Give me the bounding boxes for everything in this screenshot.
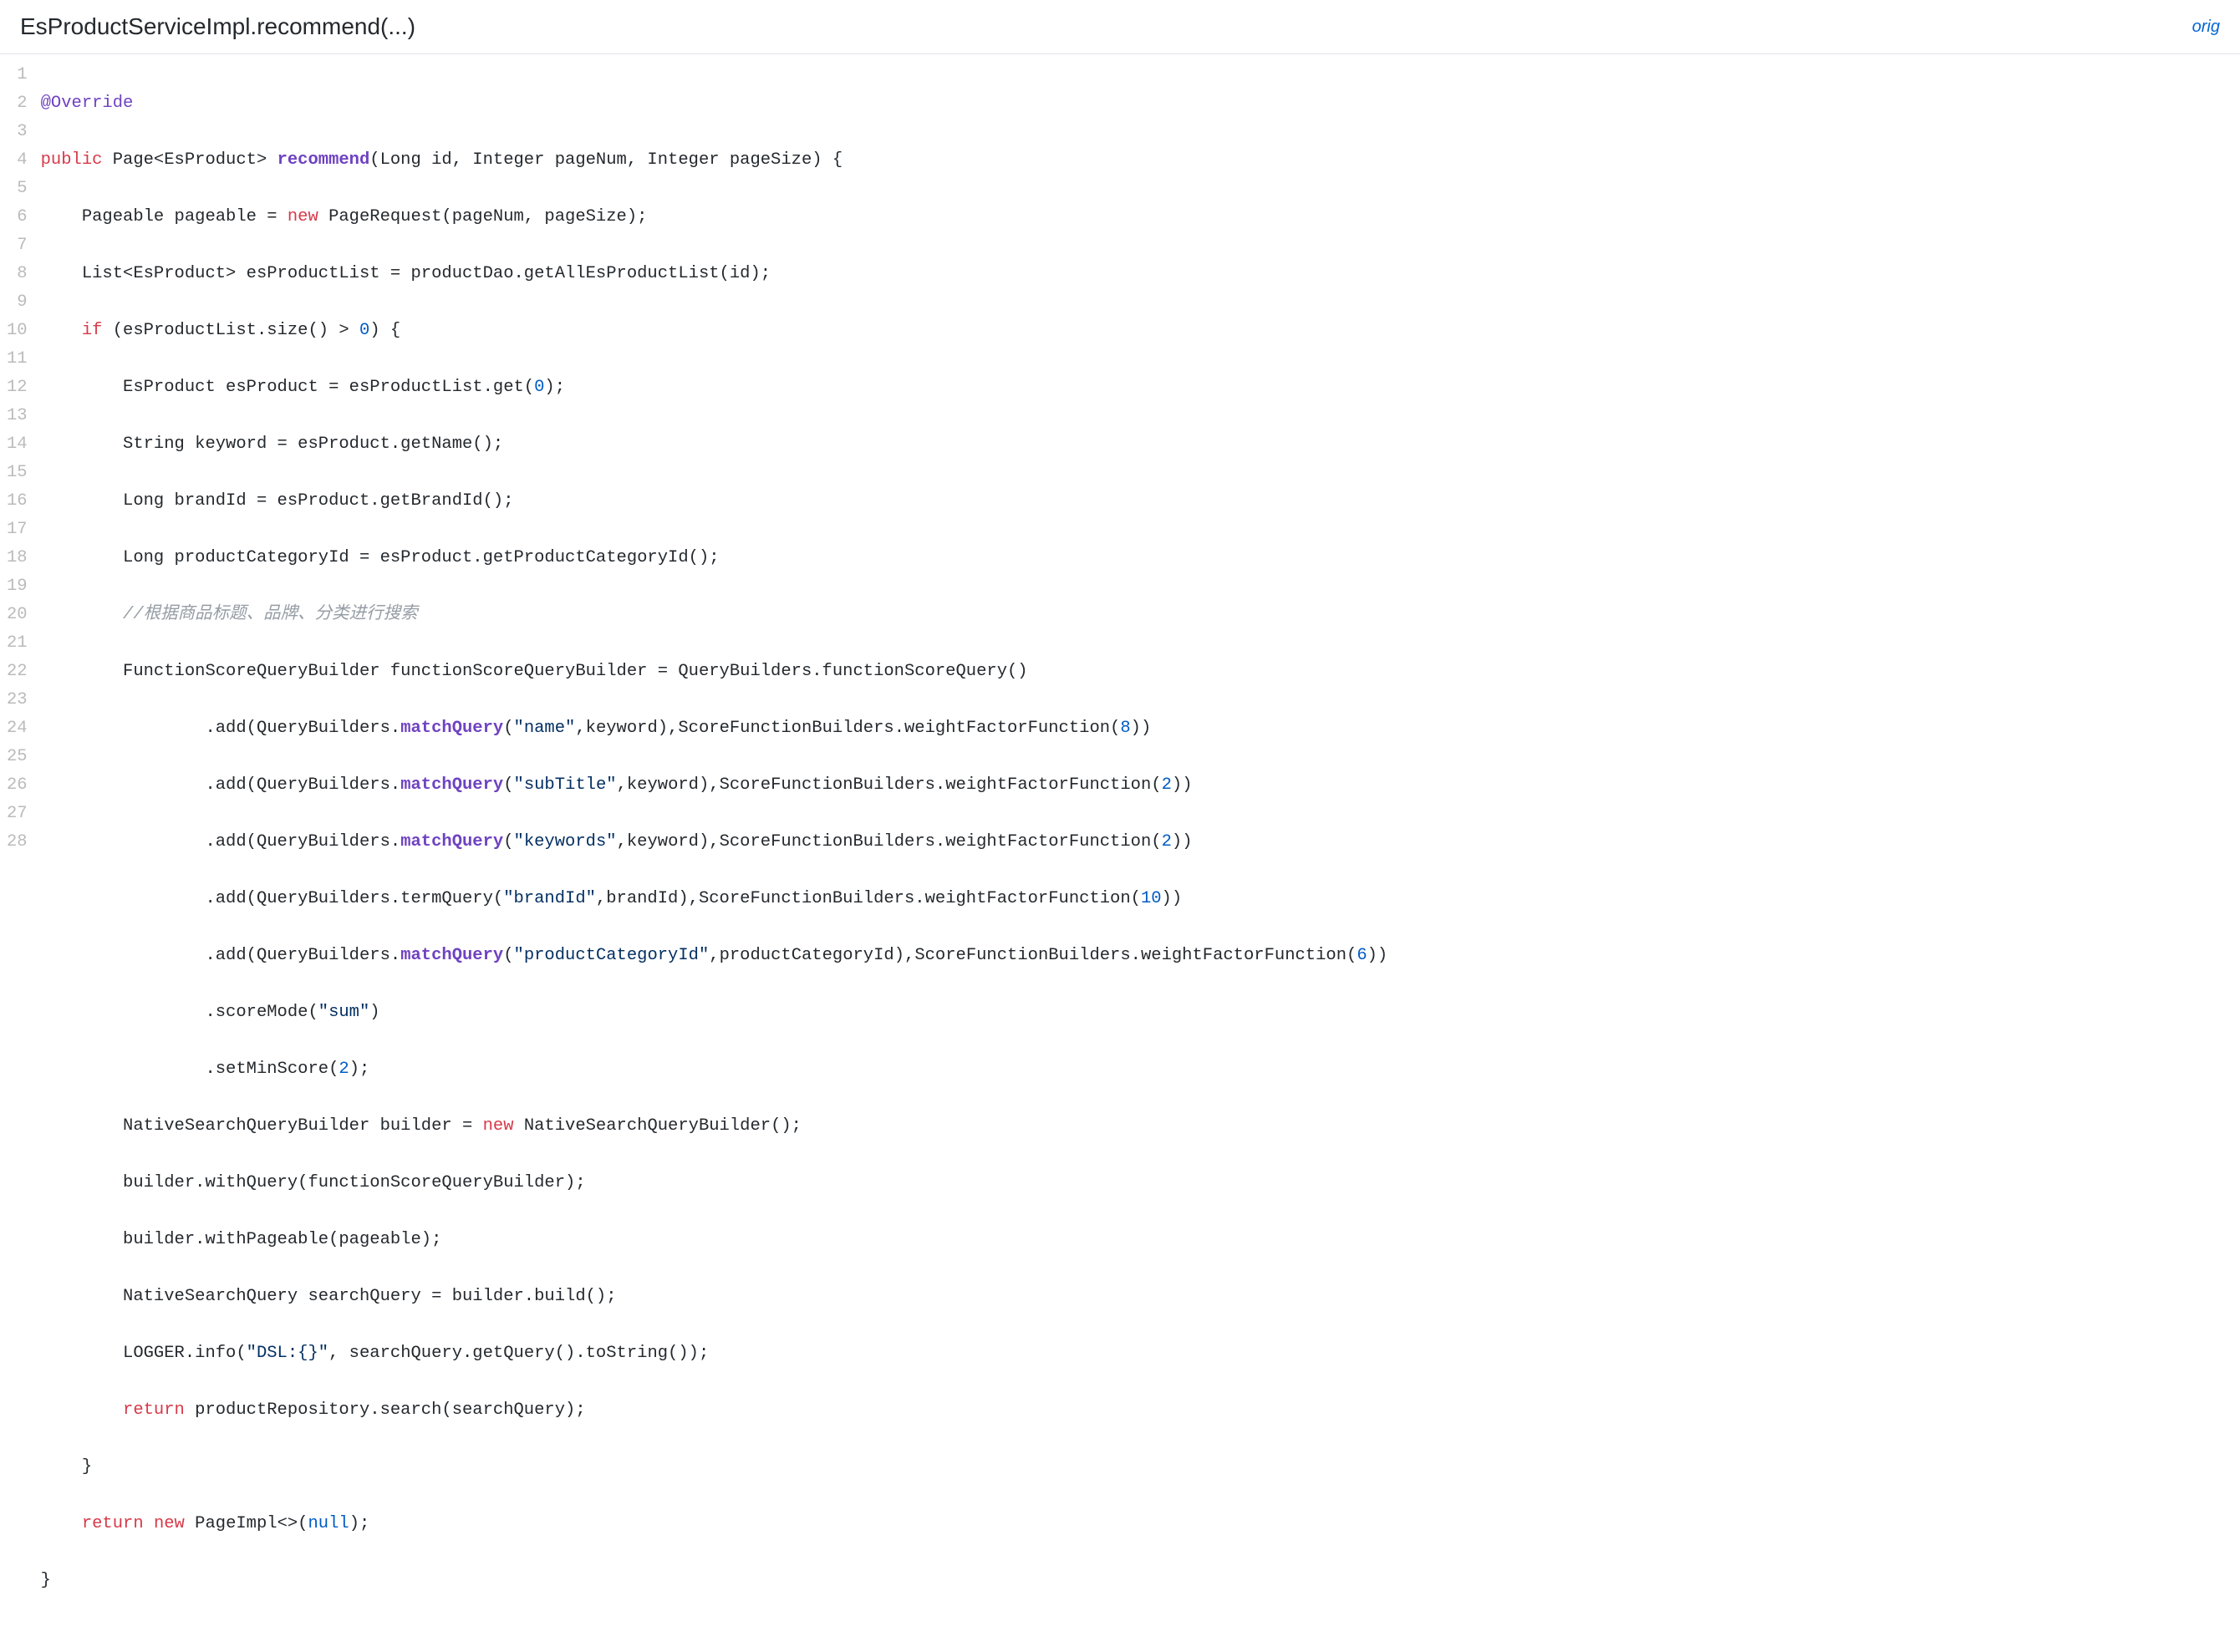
line-number: 16 (7, 487, 28, 516)
line-number: 7 (7, 231, 28, 260)
line-number: 25 (7, 743, 28, 771)
line-number: 14 (7, 430, 28, 459)
code-container: 1 2 3 4 5 6 7 8 9 10 11 12 13 14 15 16 1… (0, 54, 2240, 1652)
code-line: @Override (41, 89, 1388, 118)
code-line: FunctionScoreQueryBuilder functionScoreQ… (41, 658, 1388, 686)
line-number: 4 (7, 146, 28, 175)
code-line: .setMinScore(2); (41, 1055, 1388, 1084)
line-number: 9 (7, 288, 28, 317)
code-line: .add(QueryBuilders.matchQuery("keywords"… (41, 828, 1388, 856)
line-number: 19 (7, 572, 28, 601)
line-number: 5 (7, 175, 28, 203)
code-line: .add(QueryBuilders.termQuery("brandId",b… (41, 885, 1388, 913)
file-title: EsProductServiceImpl.recommend(...) (20, 13, 415, 40)
line-number: 28 (7, 828, 28, 856)
line-number: 26 (7, 771, 28, 800)
line-number: 8 (7, 260, 28, 288)
code-line: builder.withPageable(pageable); (41, 1226, 1388, 1254)
code-line: public Page<EsProduct> recommend(Long id… (41, 146, 1388, 175)
code-line: NativeSearchQueryBuilder builder = new N… (41, 1112, 1388, 1141)
code-line: NativeSearchQuery searchQuery = builder.… (41, 1283, 1388, 1311)
line-number: 22 (7, 658, 28, 686)
code-line: List<EsProduct> esProductList = productD… (41, 260, 1388, 288)
line-number: 2 (7, 89, 28, 118)
line-number: 23 (7, 686, 28, 714)
line-number: 15 (7, 459, 28, 487)
code-line: return new PageImpl<>(null); (41, 1510, 1388, 1538)
code-line: if (esProductList.size() > 0) { (41, 317, 1388, 345)
line-number: 10 (7, 317, 28, 345)
line-number: 13 (7, 402, 28, 430)
line-number: 3 (7, 118, 28, 146)
code-line: Long productCategoryId = esProduct.getPr… (41, 544, 1388, 572)
code-line: EsProduct esProduct = esProductList.get(… (41, 374, 1388, 402)
line-number: 24 (7, 714, 28, 743)
line-number: 11 (7, 345, 28, 374)
line-number: 27 (7, 800, 28, 828)
line-number: 1 (7, 61, 28, 89)
code-line: //根据商品标题、品牌、分类进行搜索 (41, 601, 1388, 629)
code-line: .add(QueryBuilders.matchQuery("productCa… (41, 942, 1388, 970)
origin-link[interactable]: orig (2192, 18, 2220, 37)
code-line: Pageable pageable = new PageRequest(page… (41, 203, 1388, 231)
code-line: } (41, 1567, 1388, 1595)
line-number: 17 (7, 516, 28, 544)
code-line: builder.withQuery(functionScoreQueryBuil… (41, 1169, 1388, 1197)
code-block[interactable]: @Override public Page<EsProduct> recomme… (41, 61, 1388, 1652)
code-line: Long brandId = esProduct.getBrandId(); (41, 487, 1388, 516)
code-line: .add(QueryBuilders.matchQuery("name",key… (41, 714, 1388, 743)
line-number: 18 (7, 544, 28, 572)
line-number: 12 (7, 374, 28, 402)
line-number: 20 (7, 601, 28, 629)
code-line: String keyword = esProduct.getName(); (41, 430, 1388, 459)
code-line: } (41, 1453, 1388, 1482)
code-line: return productRepository.search(searchQu… (41, 1396, 1388, 1425)
line-number: 21 (7, 629, 28, 658)
line-number: 6 (7, 203, 28, 231)
code-line: LOGGER.info("DSL:{}", searchQuery.getQue… (41, 1339, 1388, 1368)
file-header: EsProductServiceImpl.recommend(...) orig (0, 0, 2240, 54)
code-line: .add(QueryBuilders.matchQuery("subTitle"… (41, 771, 1388, 800)
line-numbers-gutter: 1 2 3 4 5 6 7 8 9 10 11 12 13 14 15 16 1… (0, 61, 41, 1652)
